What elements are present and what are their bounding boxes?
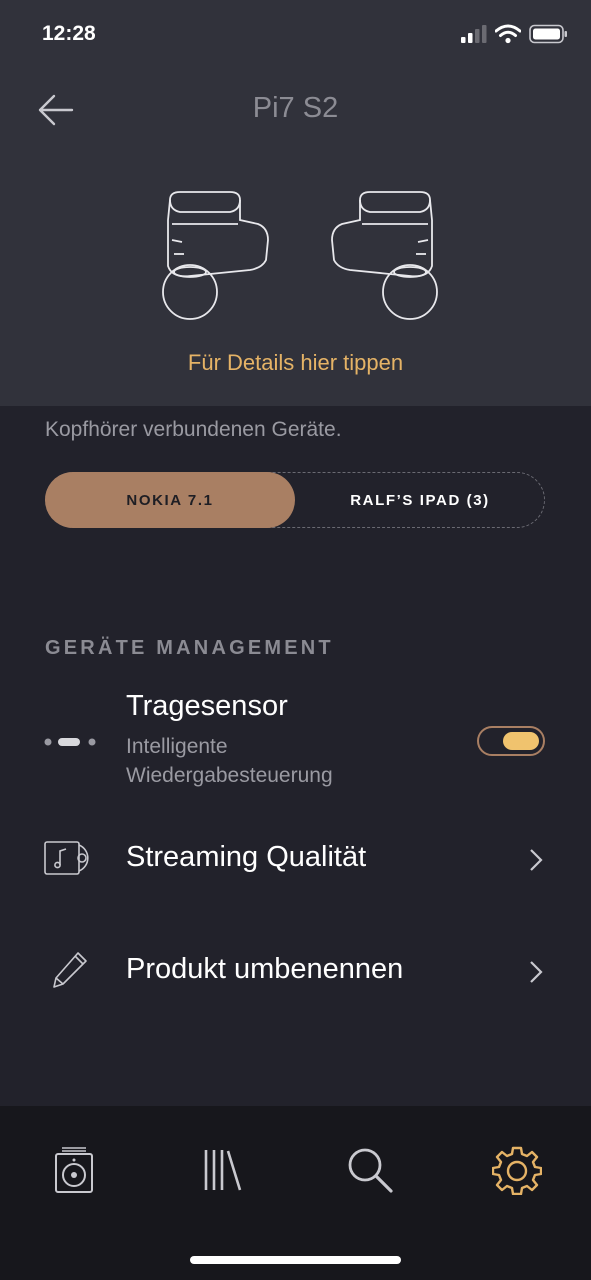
settings-icon [492, 1146, 542, 1195]
details-link[interactable]: Für Details hier tippen [0, 350, 591, 376]
chevron-right-icon [530, 849, 543, 871]
device-tab-inactive[interactable]: RALF’S IPAD (3) [295, 472, 545, 528]
streaming-quality-row[interactable]: Streaming Qualität [0, 836, 591, 886]
battery-icon [529, 24, 567, 44]
music-disc-icon [44, 841, 89, 875]
home-indicator[interactable] [190, 1256, 401, 1264]
streaming-quality-label: Streaming Qualität [126, 841, 367, 873]
nav-library[interactable] [192, 1140, 252, 1200]
rename-product-label: Produkt umbenennen [126, 953, 404, 985]
product-header: 12:28 Pi7 S2 Für Details hier tippen [0, 0, 591, 406]
wear-sensor-toggle[interactable] [477, 726, 545, 756]
library-icon [204, 1150, 242, 1191]
status-time: 12:28 [42, 22, 96, 45]
status-icons [461, 24, 569, 44]
toggle-knob [503, 732, 539, 750]
connected-devices-text: Kopfhörer verbundenen Geräte. [45, 418, 342, 441]
device-tab-active[interactable]: NOKIA 7.1 [45, 472, 295, 528]
page-title: Pi7 S2 [252, 92, 339, 124]
signal-icon [461, 25, 487, 43]
wear-sensor-title: Tragesensor [126, 690, 288, 722]
chevron-right-icon [530, 961, 543, 983]
nav-search[interactable] [340, 1140, 400, 1200]
wear-sensor-subtitle-2: Wiedergabesteuerung [126, 764, 333, 787]
wear-sensor-subtitle-1: Intelligente [126, 735, 228, 758]
pencil-icon [53, 952, 87, 988]
nav-settings[interactable] [487, 1140, 547, 1200]
speaker-icon [55, 1147, 93, 1193]
status-bar: 12:28 [0, 0, 591, 70]
wifi-icon [495, 24, 521, 44]
section-heading: GERÄTE MANAGEMENT [45, 637, 334, 659]
search-icon [348, 1148, 393, 1193]
earbuds-image[interactable] [150, 180, 450, 330]
sensor-dots-icon [44, 738, 96, 746]
rename-product-row[interactable]: Produkt umbenennen [0, 948, 591, 998]
nav-speaker[interactable] [44, 1140, 104, 1200]
bottom-nav [0, 1106, 591, 1280]
